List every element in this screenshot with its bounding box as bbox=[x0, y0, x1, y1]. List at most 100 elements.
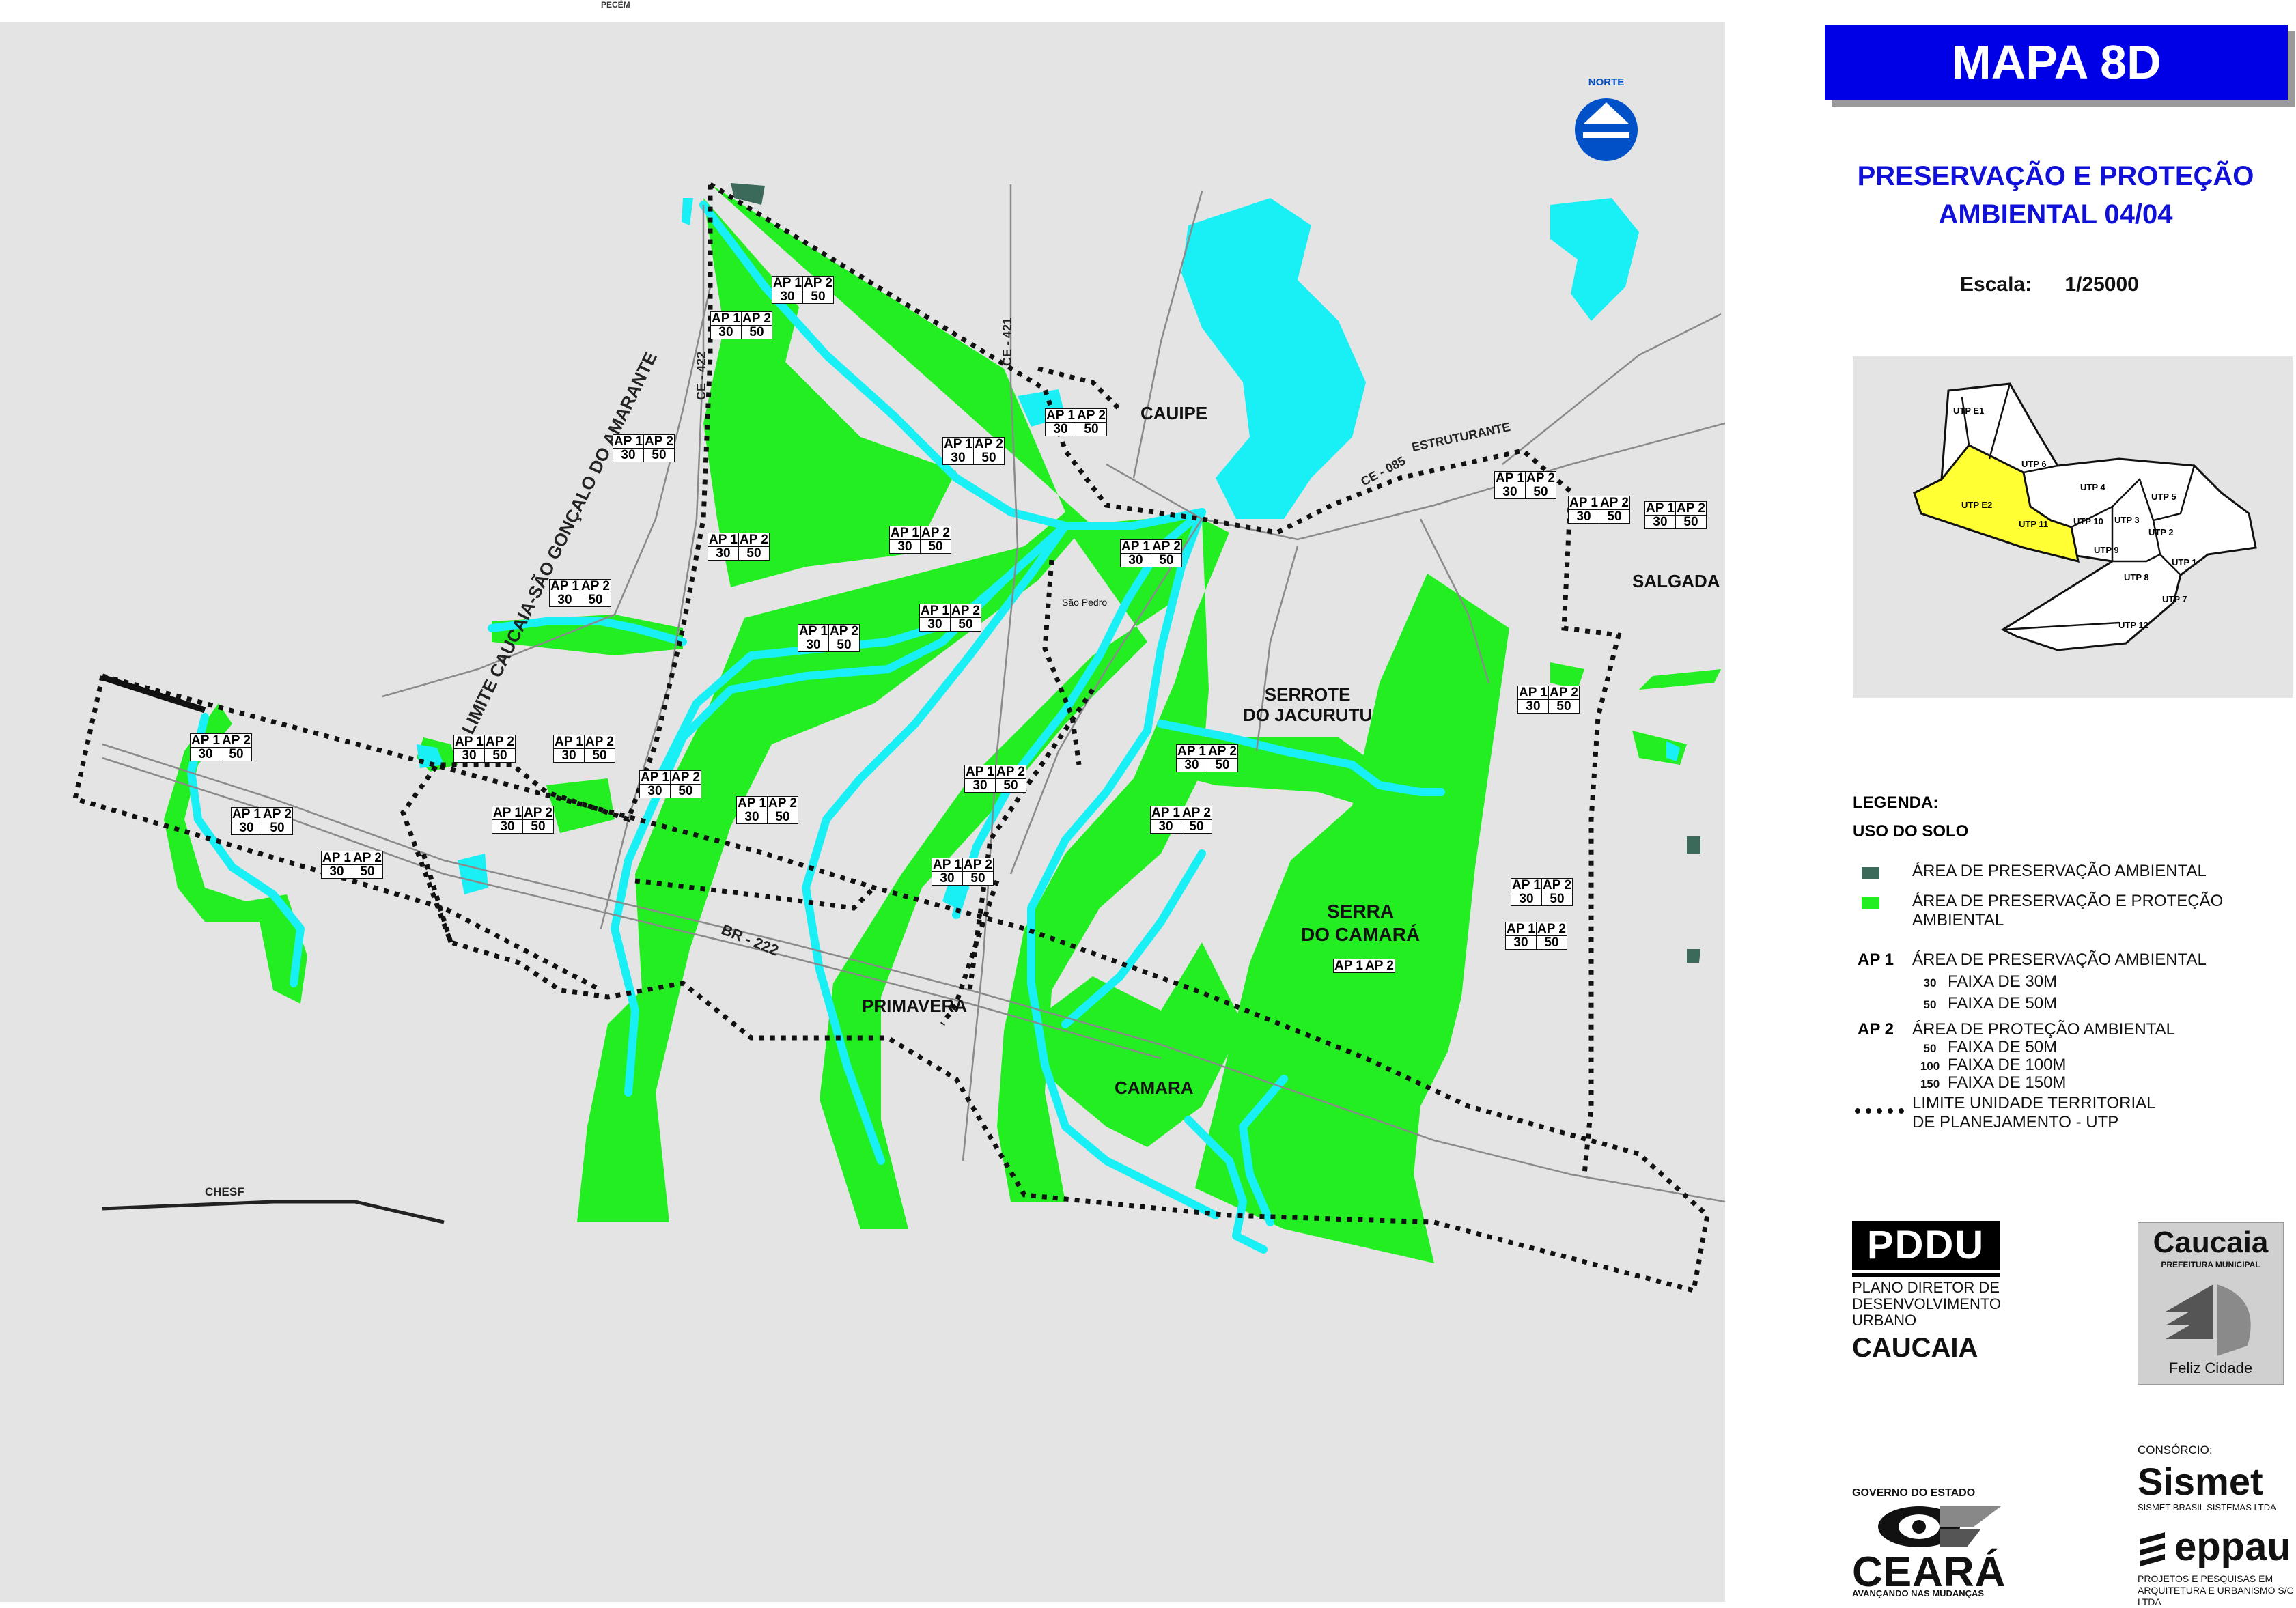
protection-zones bbox=[164, 184, 1721, 1263]
ap-box: AP 1 AP 2 30 50 bbox=[1568, 496, 1630, 524]
ap-box: AP 1 AP 2 30 50 bbox=[1176, 744, 1238, 772]
north-label: NORTE bbox=[1588, 76, 1625, 88]
ap-box: AP 1 AP 2 30 50 bbox=[321, 851, 383, 879]
ap-box: AP 1 AP 2 30 50 bbox=[190, 733, 252, 761]
legend-ap1-text: ÁREA DE PRESERVAÇÃO AMBIENTAL bbox=[1912, 950, 2207, 969]
inset-utp-3: UTP 3 bbox=[2114, 515, 2140, 525]
map-drawing bbox=[72, 98, 1725, 1294]
scale-value: 1/25000 bbox=[2064, 273, 2139, 296]
ceara-logo: CEARÁ bbox=[1852, 1549, 2006, 1596]
subtitle-line1: PRESERVAÇÃO E PROTEÇÃO bbox=[1857, 161, 2254, 191]
north-arrow bbox=[1575, 98, 1638, 161]
inset-utp-8: UTP 8 bbox=[2124, 572, 2149, 582]
ap-box: AP 1 AP 2 30 50 bbox=[942, 437, 1005, 465]
legend-ap1-faixa: 30 FAIXA DE 30M bbox=[1923, 972, 2058, 991]
legend-title: LEGENDA: bbox=[1853, 793, 1939, 812]
inset-utp-1: UTP 1 bbox=[2172, 557, 2197, 567]
ap-box: AP 1 AP 2 30 50 bbox=[1511, 878, 1573, 906]
lake-northeast bbox=[1550, 198, 1639, 321]
gov-title: GOVERNO DO ESTADO bbox=[1852, 1487, 1976, 1499]
map-subtitle: PRESERVAÇÃO E PROTEÇÃO AMBIENTAL 04/04 bbox=[1817, 157, 2295, 234]
inset-svg bbox=[1913, 382, 2257, 651]
limit-line bbox=[101, 674, 206, 714]
place-primavera: PRIMAVERA bbox=[862, 996, 968, 1016]
scale: Escala: 1/25000 bbox=[1960, 273, 2139, 296]
pref-slogan: Feliz Cidade bbox=[2168, 1359, 2253, 1377]
scale-label: Escala: bbox=[1960, 273, 2032, 296]
inset-utp-e2: UTP E2 bbox=[1961, 500, 1993, 510]
ap-box: AP 1 AP 2 30 50 bbox=[1045, 408, 1107, 436]
legend-ap2-text: ÁREA DE PROTEÇÃO AMBIENTAL bbox=[1912, 1020, 2175, 1039]
ceara-slogan: AVANÇANDO NAS MUDANÇAS bbox=[1852, 1588, 1985, 1598]
ap-box: AP 1 AP 2 30 50 bbox=[1150, 806, 1212, 834]
ap-box: AP 1 AP 2 30 50 bbox=[231, 807, 293, 835]
inset-utp-e1: UTP E1 bbox=[1953, 406, 1985, 416]
place-salgada: SALGADA bbox=[1632, 571, 1720, 591]
place-camara: CAMARA bbox=[1115, 1077, 1194, 1098]
subtitle-line2: AMBIENTAL 04/04 bbox=[1938, 199, 2173, 229]
legend-swatch-preservation bbox=[1862, 867, 1879, 879]
eppau-logo: eppau bbox=[2174, 1525, 2291, 1569]
legend-ap2-code: AP 2 bbox=[1858, 1020, 1894, 1039]
inset-utp-7: UTP 7 bbox=[2162, 594, 2187, 604]
sismet-logo: Sismet bbox=[2138, 1460, 2263, 1503]
ap-box: AP 1 AP 2 30 50 bbox=[1120, 539, 1182, 567]
north-indicator: NORTE bbox=[1569, 76, 1644, 92]
ap-box: AP 1 AP 2 30 50 bbox=[710, 311, 772, 339]
ap-box: AP 1 AP 2 30 50 bbox=[964, 765, 1026, 793]
ap-box: AP 1 AP 2 30 50 bbox=[453, 735, 516, 763]
pddu-text: PLANO DIRETOR DE DESENVOLVIMENTO URBANO bbox=[1852, 1279, 2002, 1329]
inset-utp-11: UTP 11 bbox=[2019, 519, 2049, 529]
sismet-sub: SISMET BRASIL SISTEMAS LTDA bbox=[2138, 1502, 2276, 1512]
legend-ap1-code: AP 1 bbox=[1858, 950, 1894, 969]
road-ce421: CE - 421 bbox=[1000, 317, 1015, 367]
ap-box: AP 1 AP 2 30 50 bbox=[639, 770, 701, 798]
legend-ap1-faixa: 50 FAIXA DE 50M bbox=[1923, 994, 2058, 1013]
ap-box: AP 1 AP 2 30 50 bbox=[932, 858, 994, 886]
ap-box: AP 1 AP 2 30 50 bbox=[919, 604, 981, 632]
ap-box: AP 1 AP 2 30 50 bbox=[736, 796, 798, 824]
ap-box: AP 1 AP 2 30 50 bbox=[889, 526, 951, 554]
ap-box: AP 1 AP 2 30 50 bbox=[1505, 922, 1567, 950]
ap-box: AP 1 AP 2 30 50 bbox=[549, 579, 611, 607]
place-serrote: SERROTE DO JACURUTU bbox=[1243, 684, 1373, 725]
inset-utp-6: UTP 6 bbox=[2021, 459, 2047, 469]
inset-utp-2: UTP 2 bbox=[2148, 527, 2174, 537]
pddu-logo: PDDU bbox=[1852, 1221, 2000, 1270]
ap-box: AP 1 AP 2 30 50 bbox=[708, 533, 770, 561]
eppau-sub: PROJETOS E PESQUISAS EM ARQUITETURA E UR… bbox=[2138, 1573, 2294, 1607]
place-serra: SERRA DO CAMARÁ bbox=[1301, 901, 1420, 945]
legend-utp-text: LIMITE UNIDADE TERRITORIAL DE PLANEJAMEN… bbox=[1912, 1094, 2156, 1131]
ap-box: AP 1 AP 2 30 50 bbox=[553, 735, 615, 763]
inset-utp-9: UTP 9 bbox=[2094, 545, 2119, 555]
zone-east-small-1 bbox=[1639, 669, 1721, 690]
ap-box: AP 1 AP 2 30 50 bbox=[1494, 471, 1556, 499]
pddu-city: CAUCAIA bbox=[1852, 1333, 1978, 1363]
inset-utp-12: UTP 12 bbox=[2118, 620, 2148, 630]
map-title: MAPA 8D bbox=[1825, 25, 2288, 100]
prefeitura-logo: Caucaia PREFEITURA MUNICIPAL Feliz Cidad… bbox=[2138, 1222, 2284, 1385]
ap-box: AP 1 AP 2 30 50 bbox=[1517, 686, 1580, 714]
place-sao-pedro: São Pedro bbox=[1062, 597, 1108, 608]
inset-utp-4: UTP 4 bbox=[2080, 482, 2105, 492]
ap-box: AP 1 AP 2 30 50 bbox=[798, 624, 860, 652]
pref-name: Caucaia bbox=[2153, 1226, 2269, 1259]
legend-item-protection: ÁREA DE PRESERVAÇÃO E PROTEÇÃO AMBIENTAL bbox=[1912, 892, 2224, 929]
ap-box: AP 1 AP 2 30 50 bbox=[1644, 501, 1707, 529]
place-cauipe: CAUIPE bbox=[1140, 403, 1208, 423]
inset-utp-5: UTP 5 bbox=[2151, 492, 2176, 502]
legend-subtitle: USO DO SOLO bbox=[1853, 822, 1969, 841]
legend-swatch-protection bbox=[1862, 897, 1879, 909]
road-ce422: CE - 422 bbox=[695, 351, 709, 401]
inset-locator-map bbox=[1853, 356, 2293, 698]
pref-sub: PREFEITURA MUNICIPAL bbox=[2161, 1260, 2260, 1269]
ceara-emblem-icon bbox=[1878, 1506, 2001, 1547]
ap-box: AP 1 AP 2 30 50 bbox=[772, 276, 834, 304]
legend-utp-line bbox=[1855, 1108, 1904, 1114]
legend-ap2-faixa: 150 FAIXA DE 150M bbox=[1920, 1073, 2067, 1092]
legend-item-preservation: ÁREA DE PRESERVAÇÃO AMBIENTAL bbox=[1912, 862, 2207, 880]
ap-box: AP 1 AP 2 30 50 bbox=[492, 806, 554, 834]
chesf-line bbox=[102, 1200, 445, 1224]
ap-box: AP 1 AP 2 30 50 bbox=[613, 434, 675, 462]
road-chesf: CHESF bbox=[205, 1185, 244, 1198]
